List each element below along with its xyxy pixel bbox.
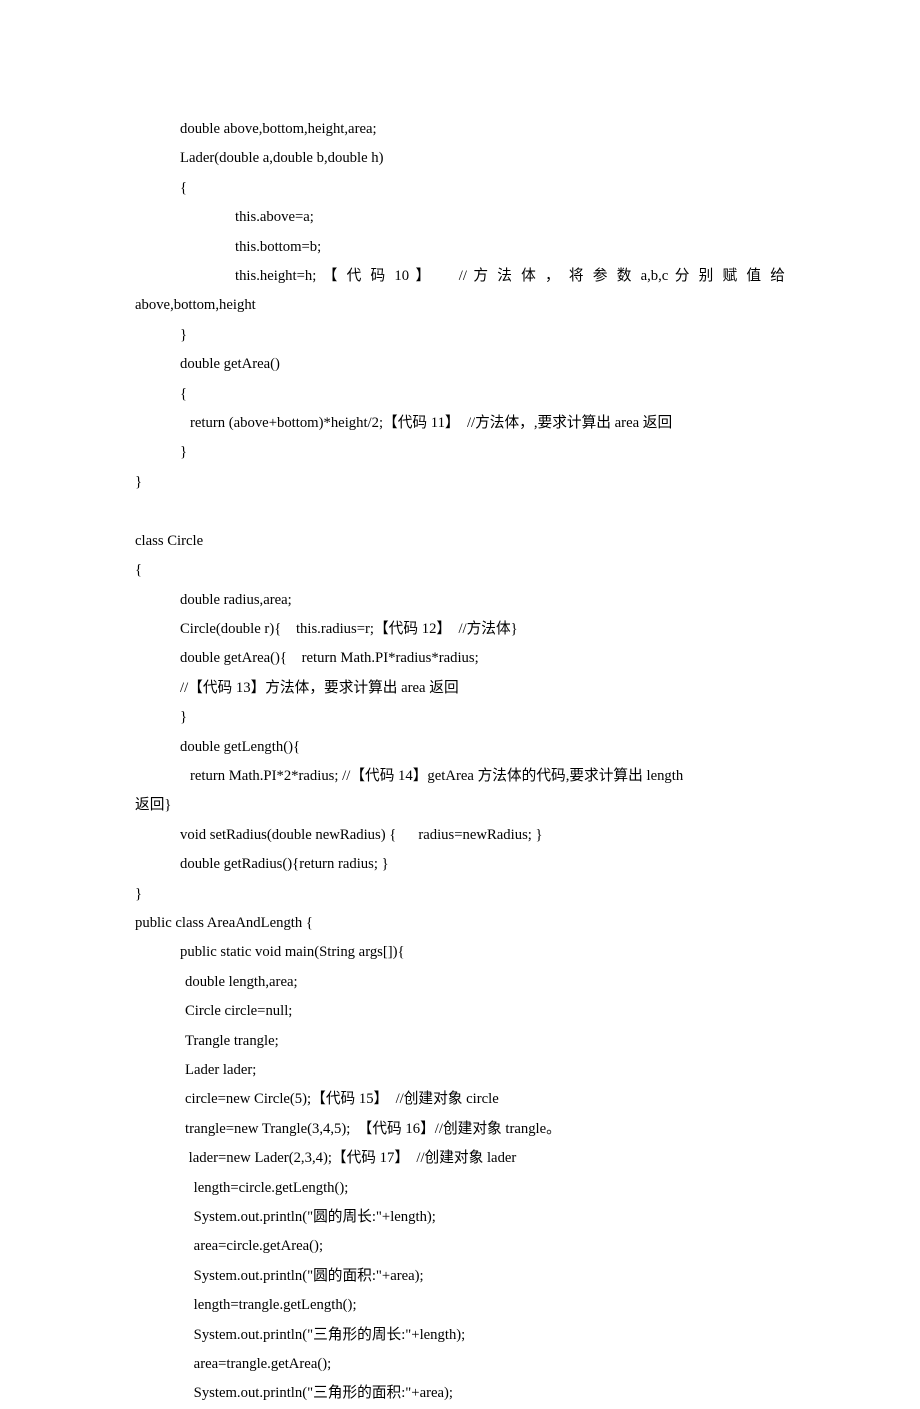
code-line: Lader lader;: [135, 1056, 785, 1085]
code-line: }: [135, 468, 785, 497]
code-line: }: [135, 880, 785, 909]
code-line: double getRadius(){return radius; }: [135, 850, 785, 879]
code-line: Trangle trangle;: [135, 1027, 785, 1056]
code-line: System.out.println("圆的面积:"+area);: [135, 1262, 785, 1291]
code-line: public class AreaAndLength {: [135, 909, 785, 938]
code-line: double getArea(){ return Math.PI*radius*…: [135, 644, 785, 673]
code-line: }: [135, 703, 785, 732]
code-line: double radius,area;: [135, 586, 785, 615]
code-line: System.out.println("圆的周长:"+length);: [135, 1203, 785, 1232]
code-line: double getLength(){: [135, 733, 785, 762]
code-line: area=trangle.getArea();: [135, 1350, 785, 1379]
code-line: [135, 497, 785, 526]
code-line: area=circle.getArea();: [135, 1232, 785, 1261]
code-line: this.above=a;: [135, 203, 785, 232]
code-line: double above,bottom,height,area;: [135, 115, 785, 144]
code-line: return (above+bottom)*height/2;【代码 11】 /…: [135, 409, 785, 438]
code-line: System.out.println("三角形的面积:"+area);: [135, 1379, 785, 1408]
code-line: Circle(double r){ this.radius=r;【代码 12】 …: [135, 615, 785, 644]
code-line: System.out.println("三角形的周长:"+length);: [135, 1321, 785, 1350]
document-page: double above,bottom,height,area;Lader(do…: [0, 0, 920, 1409]
code-line: {: [135, 174, 785, 203]
code-line: length=circle.getLength();: [135, 1174, 785, 1203]
code-line: this.height=h; 【 代 码 10 】 // 方 法 体 ， 将 参…: [135, 262, 785, 291]
code-block: double above,bottom,height,area;Lader(do…: [135, 115, 785, 1409]
code-line: //【代码 13】方法体，要求计算出 area 返回: [135, 674, 785, 703]
code-line: double length,area;: [135, 968, 785, 997]
code-line: 返回}: [135, 791, 785, 820]
code-line: Circle circle=null;: [135, 997, 785, 1026]
code-line: this.bottom=b;: [135, 233, 785, 262]
code-line: {: [135, 556, 785, 585]
code-line: Lader(double a,double b,double h): [135, 144, 785, 173]
code-line: {: [135, 380, 785, 409]
code-line: class Circle: [135, 527, 785, 556]
code-line: circle=new Circle(5);【代码 15】 //创建对象 circ…: [135, 1085, 785, 1114]
code-line: }: [135, 321, 785, 350]
code-line: above,bottom,height: [135, 291, 785, 320]
code-line: trangle=new Trangle(3,4,5); 【代码 16】//创建对…: [135, 1115, 785, 1144]
code-line: double getArea(): [135, 350, 785, 379]
code-line: length=trangle.getLength();: [135, 1291, 785, 1320]
code-line: lader=new Lader(2,3,4);【代码 17】 //创建对象 la…: [135, 1144, 785, 1173]
code-line: public static void main(String args[]){: [135, 938, 785, 967]
code-line: return Math.PI*2*radius; //【代码 14】getAre…: [135, 762, 785, 791]
code-line: }: [135, 438, 785, 467]
code-line: void setRadius(double newRadius) { radiu…: [135, 821, 785, 850]
